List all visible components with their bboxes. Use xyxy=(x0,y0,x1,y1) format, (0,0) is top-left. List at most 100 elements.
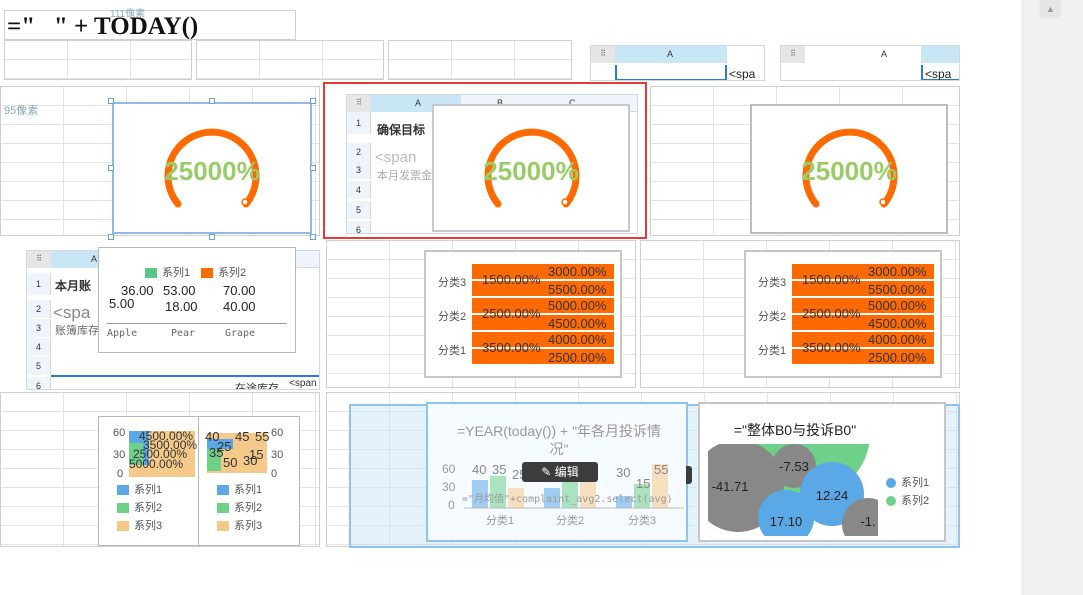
data-label: 5000.00% xyxy=(548,298,607,313)
column-chart[interactable]: =YEAR(today()) + "年各月投诉情况" 60 30 0 分类1 分… xyxy=(426,402,688,542)
cell-text: 本月账 xyxy=(55,279,92,293)
legend-swatch xyxy=(217,485,229,496)
data-label: 2500.00% xyxy=(548,350,607,365)
stacked-chart[interactable]: 60 30 0 40 45 55 25 35 15 50 30 系列1 系列2 … xyxy=(198,416,300,546)
data-label: 2500.00% xyxy=(482,306,541,321)
column-header[interactable]: A xyxy=(881,49,887,59)
resize-handle[interactable] xyxy=(310,98,316,104)
axis-tick: 30 xyxy=(113,449,126,461)
resize-handle[interactable] xyxy=(108,234,114,240)
axis-tick: 60 xyxy=(271,427,284,439)
bubble-label: -41.71 xyxy=(712,479,749,494)
data-label: 55 xyxy=(654,462,669,477)
legend-item: 系列1 xyxy=(117,481,162,497)
data-label: 3000.00% xyxy=(548,264,607,279)
column-header[interactable]: A xyxy=(91,254,97,264)
row-header[interactable]: 2 xyxy=(27,300,51,318)
resize-handle[interactable] xyxy=(108,98,114,104)
category-label: 分类3 xyxy=(758,277,787,289)
resize-handle[interactable] xyxy=(209,98,215,104)
grid-cell[interactable] xyxy=(196,40,384,80)
right-scrollbar[interactable]: ▲ xyxy=(1021,0,1083,595)
edit-button[interactable]: ✎ 编辑 xyxy=(522,462,598,482)
bubble-label: -1. xyxy=(860,514,875,529)
legend-item: 系列2 xyxy=(217,499,262,515)
row-header[interactable]: 6 xyxy=(27,377,51,389)
legend-item: 系列2 xyxy=(201,264,246,280)
formula-cell[interactable]: =" " + TODAY() xyxy=(4,10,296,40)
data-label: 35 xyxy=(209,445,224,460)
bubble-chart[interactable]: ="整体B0与投诉B0" -7.53 -41.71 12.24 17.10 -1… xyxy=(698,402,946,542)
legend-swatch xyxy=(117,521,129,532)
bar-chart[interactable]: 分类3 分类2 分类1 1500.00% 3000.00% 5500.00% 2… xyxy=(744,250,942,378)
data-label: 1500.00% xyxy=(802,272,861,287)
data-label: 5.00 xyxy=(109,296,135,311)
column-header[interactable]: A xyxy=(667,49,673,59)
chart-title: =YEAR(today()) + "年各月投诉情况" xyxy=(456,423,662,457)
report-canvas: =" " + TODAY() 111像素 95像素 ⠿ A <spa ⠿ A <… xyxy=(0,0,962,548)
data-label: 3500.00% xyxy=(482,340,541,355)
mini-sheet[interactable]: ⠿ A <spa xyxy=(780,45,960,81)
axis-tick: 30 xyxy=(442,480,456,494)
axis-tick: 60 xyxy=(113,427,126,439)
row-header[interactable]: 1 xyxy=(27,273,51,295)
resize-handle[interactable] xyxy=(310,234,316,240)
bar-chart[interactable]: 分类3 分类2 分类1 1500.00% 3000.00% 5500.00% 2… xyxy=(424,250,622,378)
sheet-corner[interactable]: ⠿ xyxy=(781,46,805,63)
category-label: 分类2 xyxy=(556,515,585,527)
legend-item: 系列2 xyxy=(886,492,929,508)
category-label: 分类3 xyxy=(628,515,657,527)
legend-item: 系列3 xyxy=(217,517,262,533)
gauge-value: 25000% xyxy=(801,156,897,186)
legend-item: 系列1 xyxy=(217,481,262,497)
grid-cell[interactable] xyxy=(388,40,572,80)
data-label: 40.00 xyxy=(223,299,256,314)
data-label: 3500.00% xyxy=(802,340,861,355)
gauge-value: 25000% xyxy=(164,156,260,186)
category-label: 分类1 xyxy=(486,515,515,527)
gauge-widget[interactable]: 25000% xyxy=(750,104,948,234)
data-label: 55 xyxy=(255,429,270,444)
sheet-corner[interactable]: ⠿ xyxy=(27,251,51,268)
row-header[interactable]: 3 xyxy=(27,319,51,337)
cell-text: <spa xyxy=(925,67,952,81)
axis-tick: 0 xyxy=(448,498,455,512)
mini-sheet[interactable]: ⠿ A <spa xyxy=(590,45,765,81)
bubble-svg: -7.53 -41.71 12.24 17.10 -1. xyxy=(708,444,878,536)
legend-item: 系列1 xyxy=(145,264,190,280)
cell-text: <spa xyxy=(53,303,91,322)
width-hint: 111像素 xyxy=(110,9,146,20)
data-label: 40 xyxy=(472,462,487,477)
legend-swatch xyxy=(217,503,229,514)
bubble-label: 12.24 xyxy=(816,488,849,503)
gauge-widget[interactable]: 25000% xyxy=(112,102,312,234)
category-label: 分类3 xyxy=(438,277,467,289)
data-label: 5500.00% xyxy=(548,282,607,297)
grid-cell[interactable] xyxy=(4,40,192,80)
data-label: 4000.00% xyxy=(548,332,607,347)
chevron-up-icon: ▲ xyxy=(1046,4,1055,14)
legend-swatch xyxy=(145,268,157,279)
edit-toolbar-tab[interactable] xyxy=(686,466,692,484)
sheet-corner[interactable]: ⠿ xyxy=(591,46,615,63)
data-label: 2500.00% xyxy=(868,350,927,365)
data-label: 70.00 xyxy=(223,283,256,298)
bubble-label: -7.53 xyxy=(779,459,809,474)
resize-handle[interactable] xyxy=(209,234,215,240)
row-header[interactable]: 5 xyxy=(27,357,51,375)
resize-handle[interactable] xyxy=(108,165,114,171)
row-header[interactable]: 4 xyxy=(27,338,51,356)
category-label: 分类2 xyxy=(758,311,787,323)
data-label: 5000.00% xyxy=(868,298,927,313)
data-label: 4500.00% xyxy=(548,316,607,331)
category-label: Grape xyxy=(225,328,256,339)
selection-outline xyxy=(323,82,647,239)
axis-tick: 60 xyxy=(442,462,456,476)
legend-swatch xyxy=(201,268,213,279)
height-hint: 95像素 xyxy=(4,105,39,117)
category-label: 分类1 xyxy=(438,345,467,357)
stacked-chart[interactable]: 60 30 0 4500.00% 3500.00% 2500.00% 5000.… xyxy=(98,416,200,546)
data-label: 2500.00% xyxy=(802,306,861,321)
legend-chart[interactable]: 系列1 系列2 36.00 53.00 70.00 5.00 18.00 40.… xyxy=(98,247,296,353)
resize-handle[interactable] xyxy=(310,165,316,171)
